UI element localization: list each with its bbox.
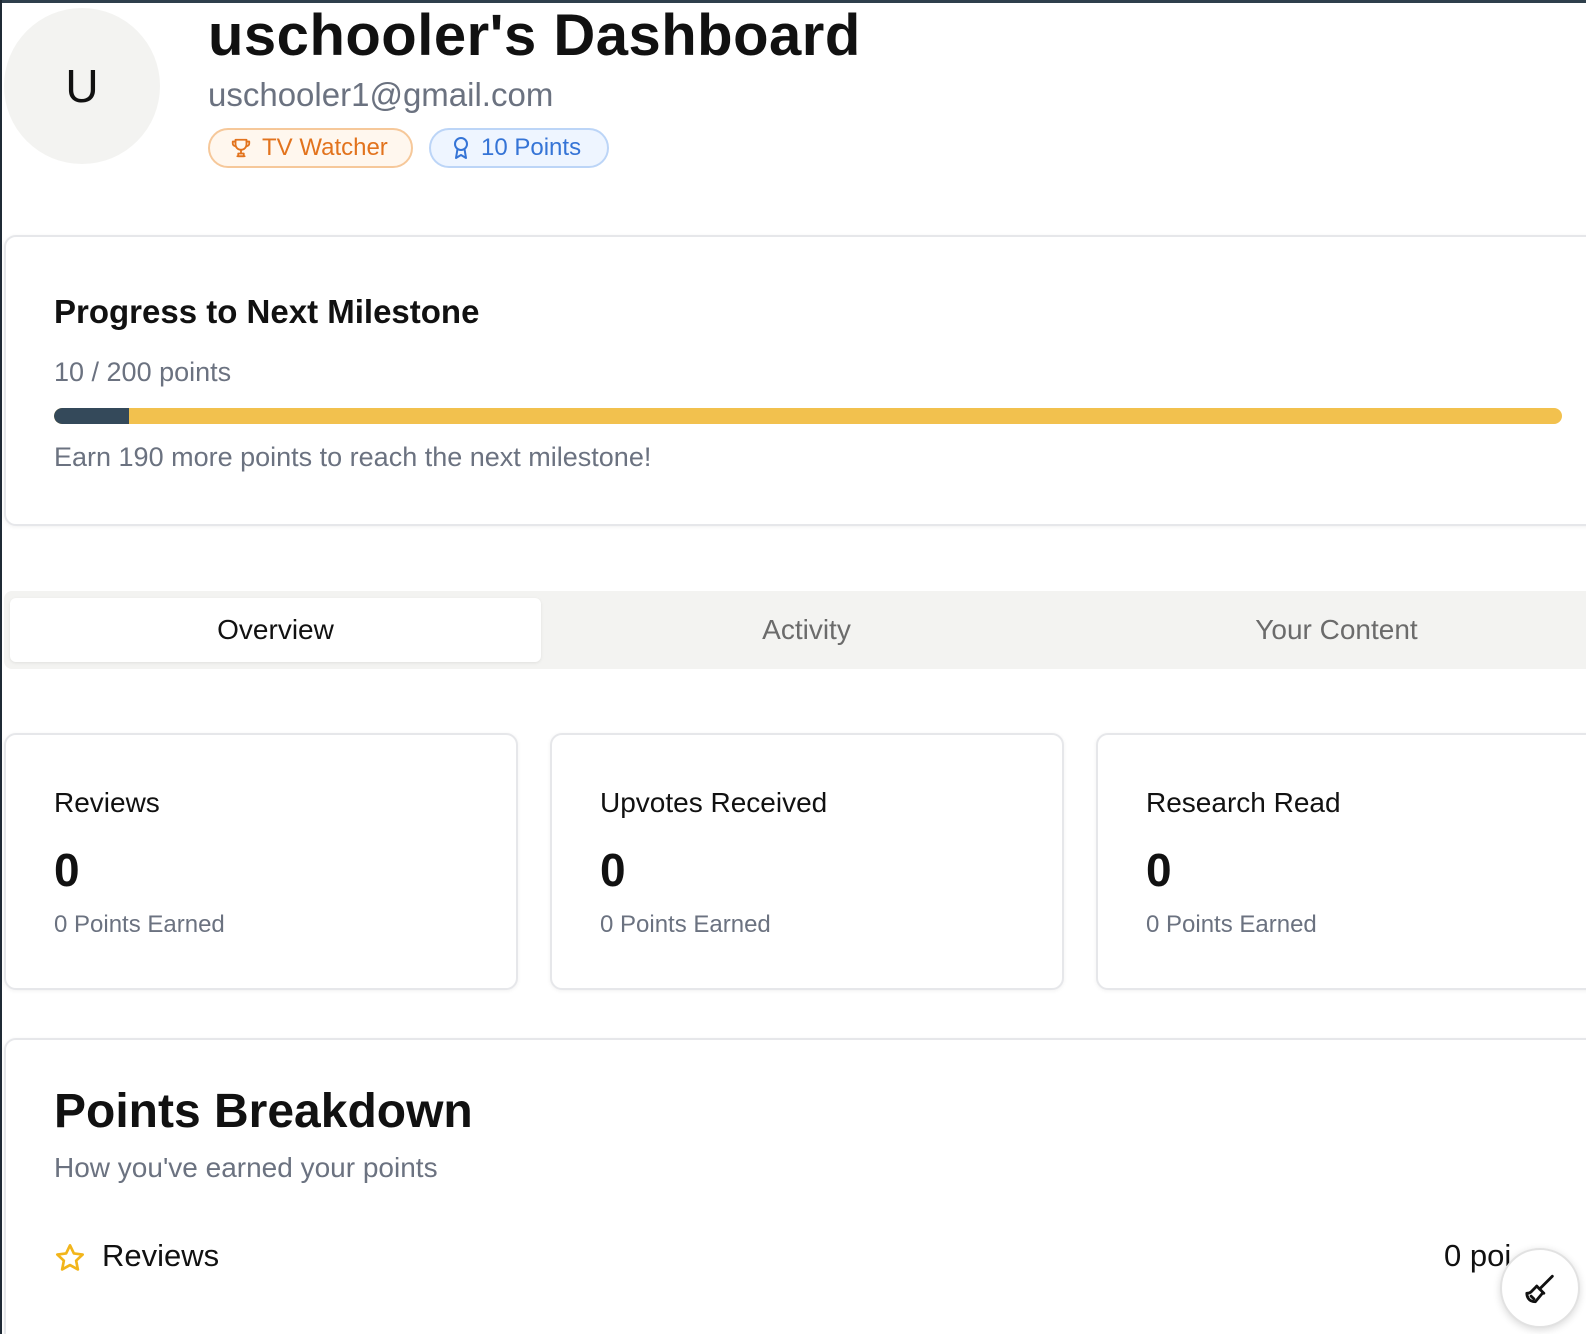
award-icon	[454, 137, 468, 159]
stat-label: Research Read	[1146, 787, 1341, 818]
tab-activity[interactable]: Activity	[541, 598, 1072, 662]
stat-points-earned: 0 Points Earned	[54, 911, 225, 938]
stat-points-earned: 0 Points Earned	[1146, 911, 1317, 938]
points-badge-label: 10 Points	[481, 134, 582, 161]
avatar-letter: U	[65, 60, 99, 112]
progress-count: 10 / 200 points	[54, 357, 232, 387]
progress-hint: Earn 190 more points to reach the next m…	[54, 442, 652, 472]
tab-overview[interactable]: Overview	[10, 598, 541, 662]
progress-bar	[54, 408, 1562, 424]
title-badge: TV Watcher	[208, 128, 413, 168]
breakdown-row-reviews: Reviews 0 poi	[54, 1238, 1554, 1282]
progress-bar-fill	[54, 408, 130, 424]
floating-brush-button[interactable]	[1500, 1248, 1580, 1328]
page-title: uschooler's Dashboard	[208, 3, 861, 68]
breakdown-subtitle: How you've earned your points	[54, 1152, 438, 1183]
stat-label: Upvotes Received	[600, 787, 828, 818]
stat-card-upvotes: Upvotes Received 0 0 Points Earned	[550, 733, 1064, 990]
dashboard-page: U uschooler's Dashboard uschooler1@gmail…	[0, 0, 1586, 1334]
stat-value: 0	[54, 844, 80, 896]
trophy-icon	[231, 138, 251, 158]
user-email: uschooler1@gmail.com	[208, 76, 554, 113]
left-border	[0, 0, 2, 1334]
stat-value: 0	[600, 844, 626, 896]
breakdown-row-label: Reviews	[102, 1238, 220, 1273]
breakdown-row-points: 0 poi	[1444, 1238, 1512, 1273]
tab-your-content[interactable]: Your Content	[1071, 598, 1586, 662]
milestone-progress-card: Progress to Next Milestone 10 / 200 poin…	[4, 235, 1586, 526]
paintbrush-icon	[1525, 1274, 1554, 1304]
stat-card-research-read: Research Read 0 0 Points Earned	[1096, 733, 1586, 990]
stat-value: 0	[1146, 844, 1172, 896]
stat-label: Reviews	[54, 787, 160, 818]
star-icon	[56, 1244, 84, 1271]
points-badge: 10 Points	[429, 128, 609, 168]
stat-points-earned: 0 Points Earned	[600, 911, 771, 938]
avatar: U	[4, 8, 160, 164]
breakdown-title: Points Breakdown	[54, 1085, 473, 1138]
progress-title: Progress to Next Milestone	[54, 293, 480, 330]
title-badge-label: TV Watcher	[262, 134, 388, 161]
stat-card-reviews: Reviews 0 0 Points Earned	[4, 733, 518, 990]
points-breakdown-card: Points Breakdown How you've earned your …	[4, 1038, 1586, 1334]
dashboard-tabs: Overview Activity Your Content	[4, 591, 1586, 669]
